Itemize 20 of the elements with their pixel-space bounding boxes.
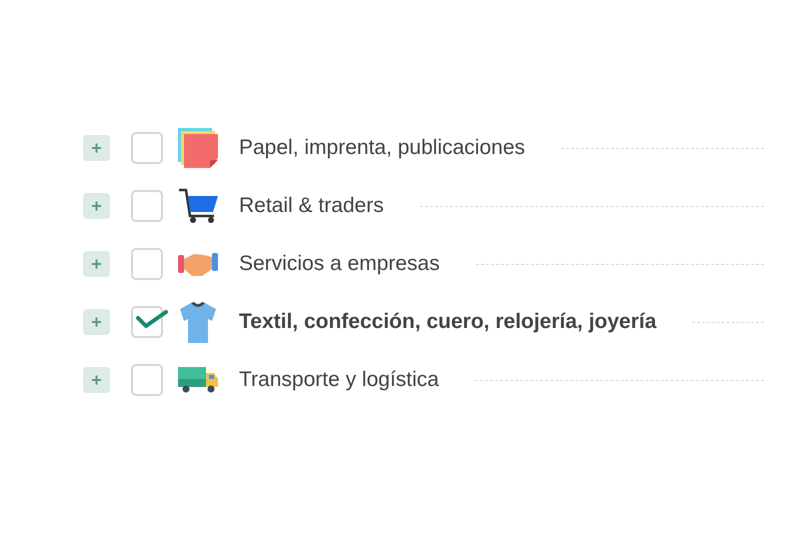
- expand-button[interactable]: +: [83, 367, 110, 393]
- expand-button[interactable]: +: [83, 135, 110, 161]
- checkbox[interactable]: [131, 248, 163, 280]
- category-label: Retail & traders: [239, 193, 384, 220]
- expand-button[interactable]: +: [83, 309, 110, 335]
- category-label: Transporte y logística: [239, 367, 439, 394]
- expand-button[interactable]: +: [83, 251, 110, 277]
- checkbox[interactable]: [131, 132, 163, 164]
- checkmark-icon: [136, 310, 168, 328]
- shirt-icon: [178, 301, 218, 343]
- checkbox[interactable]: [131, 364, 163, 396]
- shopping-cart-icon: [178, 188, 218, 224]
- checkbox[interactable]: [131, 190, 163, 222]
- category-label: Papel, imprenta, publicaciones: [239, 135, 526, 162]
- category-label: Textil, confección, cuero, relojería, joyería: [239, 309, 656, 336]
- paper-stack-icon: [178, 128, 218, 168]
- expand-button[interactable]: +: [83, 193, 110, 219]
- category-label: Servicios a empresas: [239, 251, 440, 278]
- truck-icon: [178, 367, 218, 393]
- handshake-icon: [178, 251, 218, 277]
